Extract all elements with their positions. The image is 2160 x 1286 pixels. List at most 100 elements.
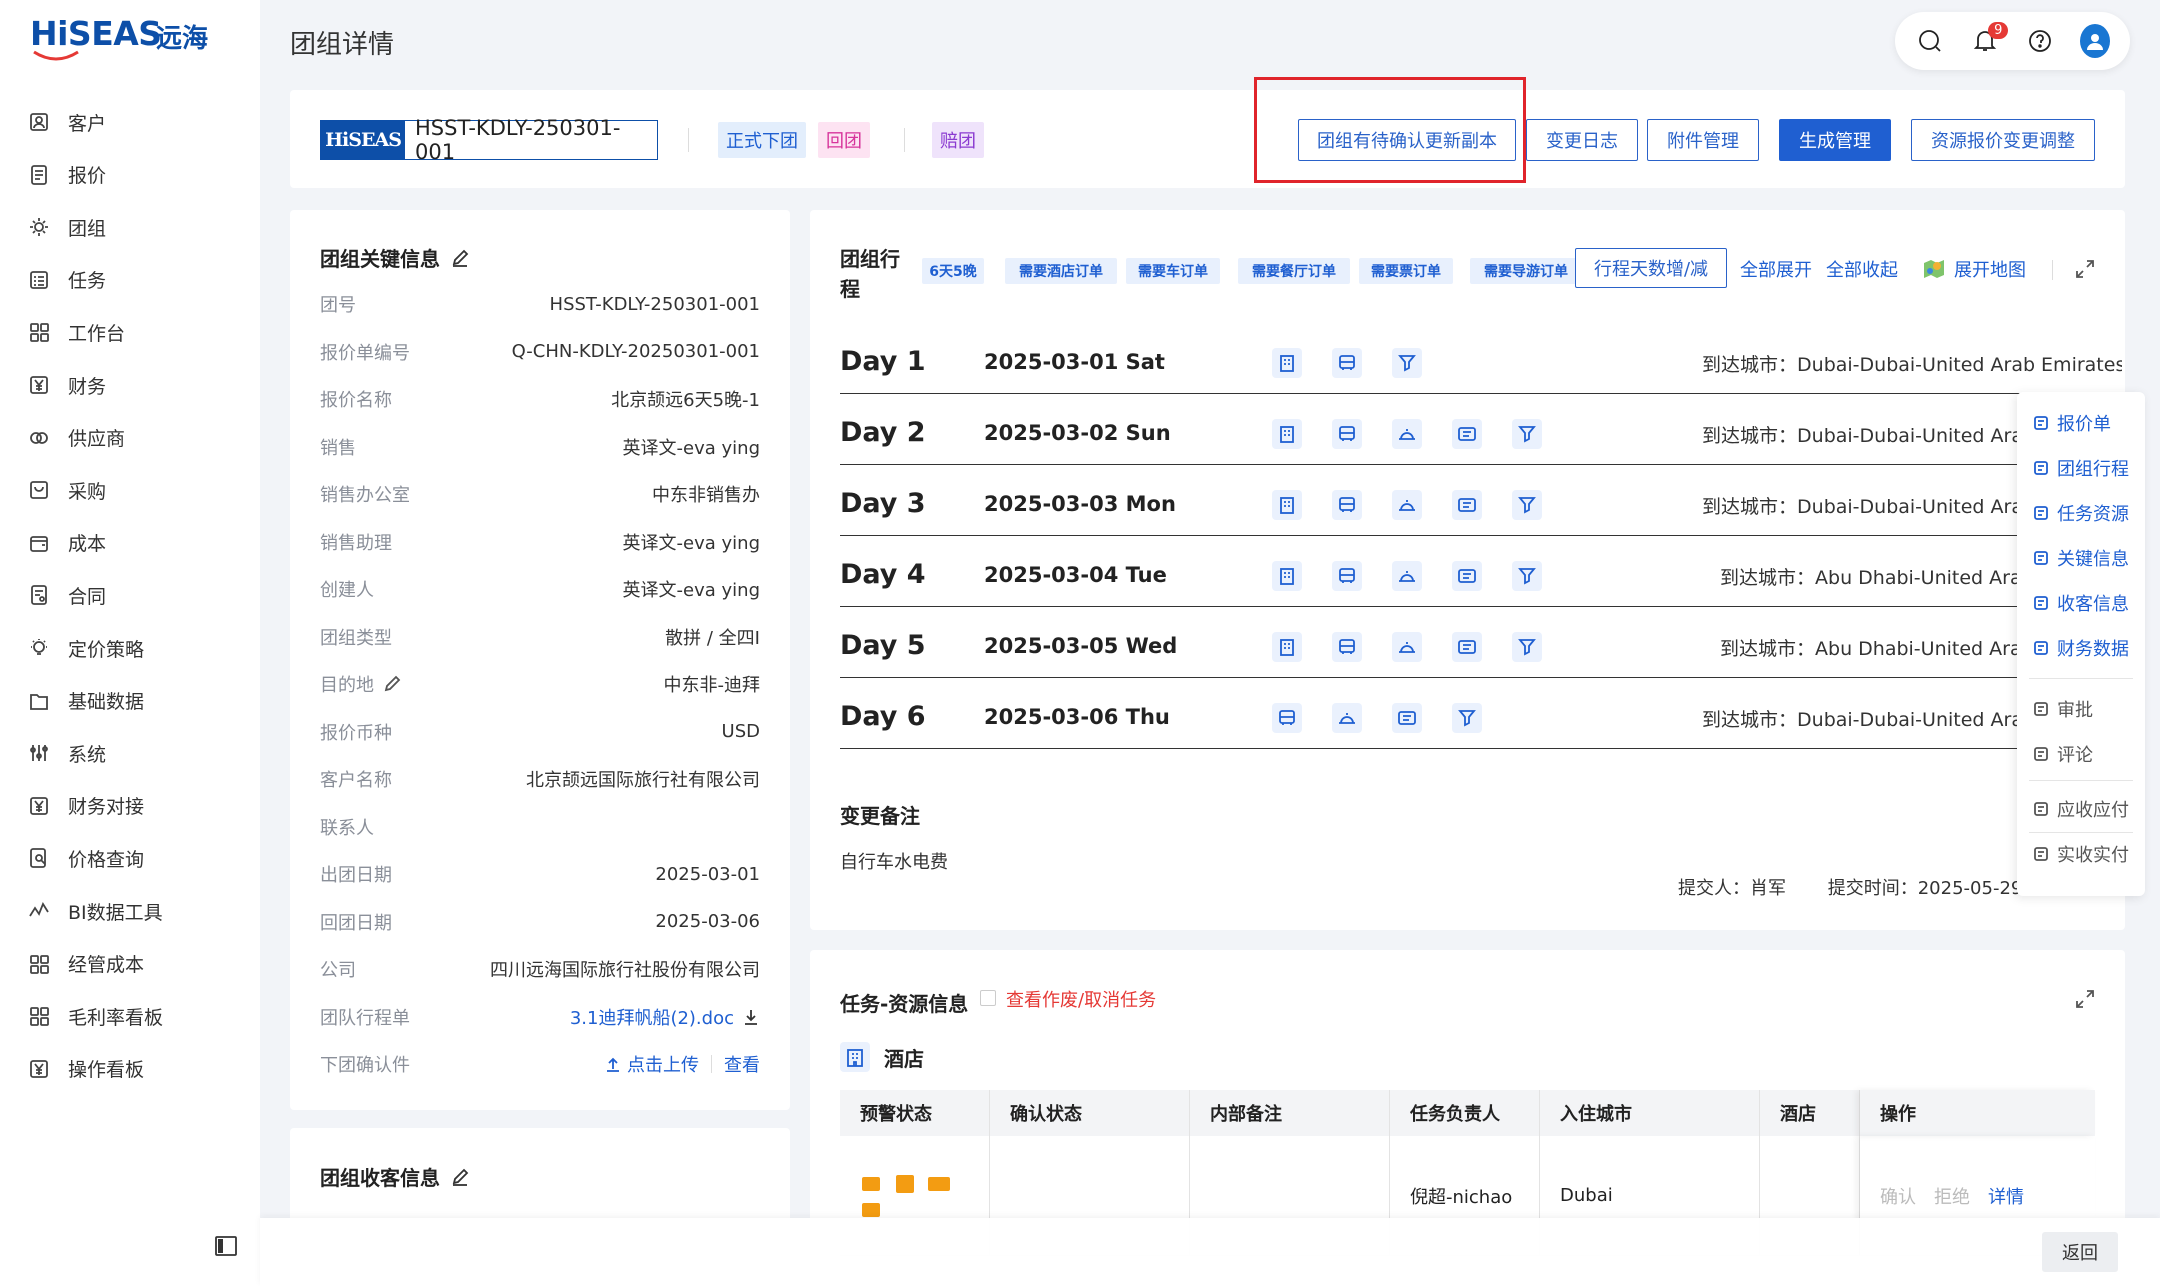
car-icon[interactable] bbox=[1332, 490, 1362, 520]
ticket-icon[interactable] bbox=[1452, 419, 1482, 449]
reject-link[interactable]: 拒绝 bbox=[1934, 1183, 1970, 1209]
hotel-icon[interactable] bbox=[1272, 561, 1302, 591]
sidebar-item-10[interactable]: 合同 bbox=[28, 578, 248, 612]
day-arrival-city: 到达城市：Dubai-Dubai-United Arab Er bbox=[1702, 421, 2023, 448]
sidebar-item-14[interactable]: 财务对接 bbox=[28, 789, 248, 823]
sidebar-item-19[interactable]: 操作看板 bbox=[28, 1052, 248, 1086]
guide-icon[interactable] bbox=[1512, 419, 1542, 449]
hotel-icon[interactable] bbox=[1272, 348, 1302, 378]
detail-link[interactable]: 详情 bbox=[1988, 1183, 2024, 1209]
sidebar-item-6[interactable]: 财务 bbox=[28, 368, 248, 402]
search-icon[interactable] bbox=[1915, 26, 1945, 56]
help-icon[interactable] bbox=[2025, 26, 2055, 56]
avatar[interactable] bbox=[2079, 24, 2110, 58]
meal-icon[interactable] bbox=[1392, 419, 1422, 449]
tag-return: 回团 bbox=[818, 122, 870, 158]
sidebar-item-9[interactable]: 成本 bbox=[28, 526, 248, 560]
meal-icon[interactable] bbox=[1392, 632, 1422, 662]
ticket-icon[interactable] bbox=[1452, 632, 1482, 662]
sidebar-item-1[interactable]: 客户 bbox=[28, 105, 248, 139]
guide-icon[interactable] bbox=[1512, 632, 1542, 662]
back-button[interactable]: 返回 bbox=[2042, 1232, 2118, 1272]
guide-icon[interactable] bbox=[1512, 561, 1542, 591]
expand-map-link[interactable]: 展开地图 bbox=[1922, 256, 2026, 282]
meal-icon[interactable] bbox=[1392, 561, 1422, 591]
view-link[interactable]: 查看 bbox=[724, 1051, 760, 1077]
car-icon[interactable] bbox=[1272, 703, 1302, 733]
fullscreen-icon[interactable] bbox=[2074, 258, 2096, 280]
bell-icon[interactable]: 9 bbox=[1970, 22, 2009, 56]
ticket-icon[interactable] bbox=[1392, 703, 1422, 733]
generate-button[interactable]: 生成管理 bbox=[1779, 119, 1891, 161]
quick-nav-item-9[interactable]: 应收应付 bbox=[2033, 794, 2129, 824]
meal-icon[interactable] bbox=[1392, 490, 1422, 520]
sidebar-item-5[interactable]: 工作台 bbox=[28, 315, 248, 349]
hotel-icon[interactable] bbox=[1272, 419, 1302, 449]
divider bbox=[2029, 780, 2133, 781]
sidebar-collapse-icon[interactable] bbox=[214, 1234, 238, 1258]
quick-nav-item-4[interactable]: 关键信息 bbox=[2033, 543, 2129, 573]
day-date: 2025-03-01 Sat bbox=[984, 350, 1165, 374]
edit-icon[interactable] bbox=[450, 248, 470, 268]
edit-icon[interactable] bbox=[450, 1167, 470, 1187]
quick-nav-item-1[interactable]: 报价单 bbox=[2033, 408, 2111, 438]
app-logo[interactable]: HiSEAS 远海 bbox=[30, 14, 210, 61]
quick-nav-item-3[interactable]: 任务资源 bbox=[2033, 498, 2129, 528]
void-tasks-checkbox[interactable] bbox=[980, 990, 996, 1006]
sidebar-item-12[interactable]: 基础数据 bbox=[28, 684, 248, 718]
meal-icon[interactable] bbox=[1332, 703, 1362, 733]
guide-icon[interactable] bbox=[1452, 703, 1482, 733]
ticket-icon[interactable] bbox=[1452, 490, 1482, 520]
contact-icon bbox=[28, 111, 50, 133]
hotel-icon[interactable] bbox=[1272, 632, 1302, 662]
sidebar-item-18[interactable]: 毛利率看板 bbox=[28, 999, 248, 1033]
quick-nav-item-10[interactable]: 实收实付 bbox=[2033, 839, 2129, 869]
hotel-icon[interactable] bbox=[1272, 490, 1302, 520]
itinerary-day-row[interactable]: Day 6 2025-03-06 Thu 到达城市：Dubai-Dubai-Unit… bbox=[840, 679, 2090, 749]
sidebar-item-7[interactable]: 供应商 bbox=[28, 421, 248, 455]
change-log-button[interactable]: 变更日志 bbox=[1526, 119, 1638, 161]
car-icon[interactable] bbox=[1332, 348, 1362, 378]
quick-nav-item-2[interactable]: 团组行程 bbox=[2033, 453, 2129, 483]
itinerary-day-row[interactable]: Day 5 2025-03-05 Wed 到达城市：Abu Dhabi-United… bbox=[840, 608, 2090, 678]
guide-icon[interactable] bbox=[1512, 490, 1542, 520]
sidebar-item-11[interactable]: 定价策略 bbox=[28, 631, 248, 665]
fullscreen-icon[interactable] bbox=[2074, 988, 2096, 1010]
sidebar-item-15[interactable]: 价格查询 bbox=[28, 841, 248, 875]
confirm-link[interactable]: 确认 bbox=[1880, 1183, 1916, 1209]
quick-nav-item-6[interactable]: 财务数据 bbox=[2033, 633, 2129, 663]
itinerary-day-row[interactable]: Day 3 2025-03-03 Mon 到达城市：Dubai-Dubai-Unit… bbox=[840, 466, 2090, 536]
yen-icon bbox=[28, 1058, 50, 1080]
edit-icon[interactable] bbox=[382, 674, 402, 694]
quick-nav-item-8[interactable]: 评论 bbox=[2033, 739, 2093, 769]
sidebar-item-17[interactable]: 经管成本 bbox=[28, 947, 248, 981]
sidebar: HiSEAS 远海 客户报价团组任务工作台财务供应商采购成本合同定价策略基础数据… bbox=[0, 0, 260, 1286]
collapse-all-link[interactable]: 全部收起 bbox=[1826, 256, 1898, 282]
sidebar-item-3[interactable]: 团组 bbox=[28, 210, 248, 244]
void-tasks-link[interactable]: 查看作废/取消任务 bbox=[1006, 986, 1156, 1012]
car-icon[interactable] bbox=[1332, 419, 1362, 449]
sidebar-item-4[interactable]: 任务 bbox=[28, 263, 248, 297]
ticket-icon[interactable] bbox=[1452, 561, 1482, 591]
quick-nav-item-7[interactable]: 审批 bbox=[2033, 694, 2093, 724]
sidebar-item-13[interactable]: 系统 bbox=[28, 736, 248, 770]
resource-adjust-button[interactable]: 资源报价变更调整 bbox=[1911, 119, 2095, 161]
key-info-label: 销售办公室 bbox=[320, 485, 410, 506]
upload-link[interactable]: 点击上传 bbox=[627, 1051, 699, 1077]
sidebar-item-16[interactable]: BI数据工具 bbox=[28, 894, 248, 928]
sidebar-item-8[interactable]: 采购 bbox=[28, 473, 248, 507]
attachments-button[interactable]: 附件管理 bbox=[1647, 119, 1759, 161]
guide-icon[interactable] bbox=[1392, 348, 1422, 378]
car-icon[interactable] bbox=[1332, 561, 1362, 591]
car-icon[interactable] bbox=[1332, 632, 1362, 662]
adjust-days-button[interactable]: 行程天数增/减 bbox=[1575, 248, 1727, 288]
payable-icon bbox=[2034, 802, 2048, 816]
expand-all-link[interactable]: 全部展开 bbox=[1740, 256, 1812, 282]
quick-nav-item-5[interactable]: 收客信息 bbox=[2033, 588, 2129, 618]
download-icon[interactable] bbox=[742, 1008, 760, 1026]
itinerary-day-row[interactable]: Day 2 2025-03-02 Sun 到达城市：Dubai-Dubai-Unit… bbox=[840, 395, 2090, 465]
itinerary-file-link[interactable]: 3.1迪拜帆船(2).doc bbox=[570, 1004, 734, 1030]
sidebar-item-2[interactable]: 报价 bbox=[28, 158, 248, 192]
itinerary-day-row[interactable]: Day 1 2025-03-01 Sat 到达城市：Dubai-Dubai-Unit… bbox=[840, 324, 2122, 394]
itinerary-day-row[interactable]: Day 4 2025-03-04 Tue 到达城市：Abu Dhabi-United… bbox=[840, 537, 2090, 607]
